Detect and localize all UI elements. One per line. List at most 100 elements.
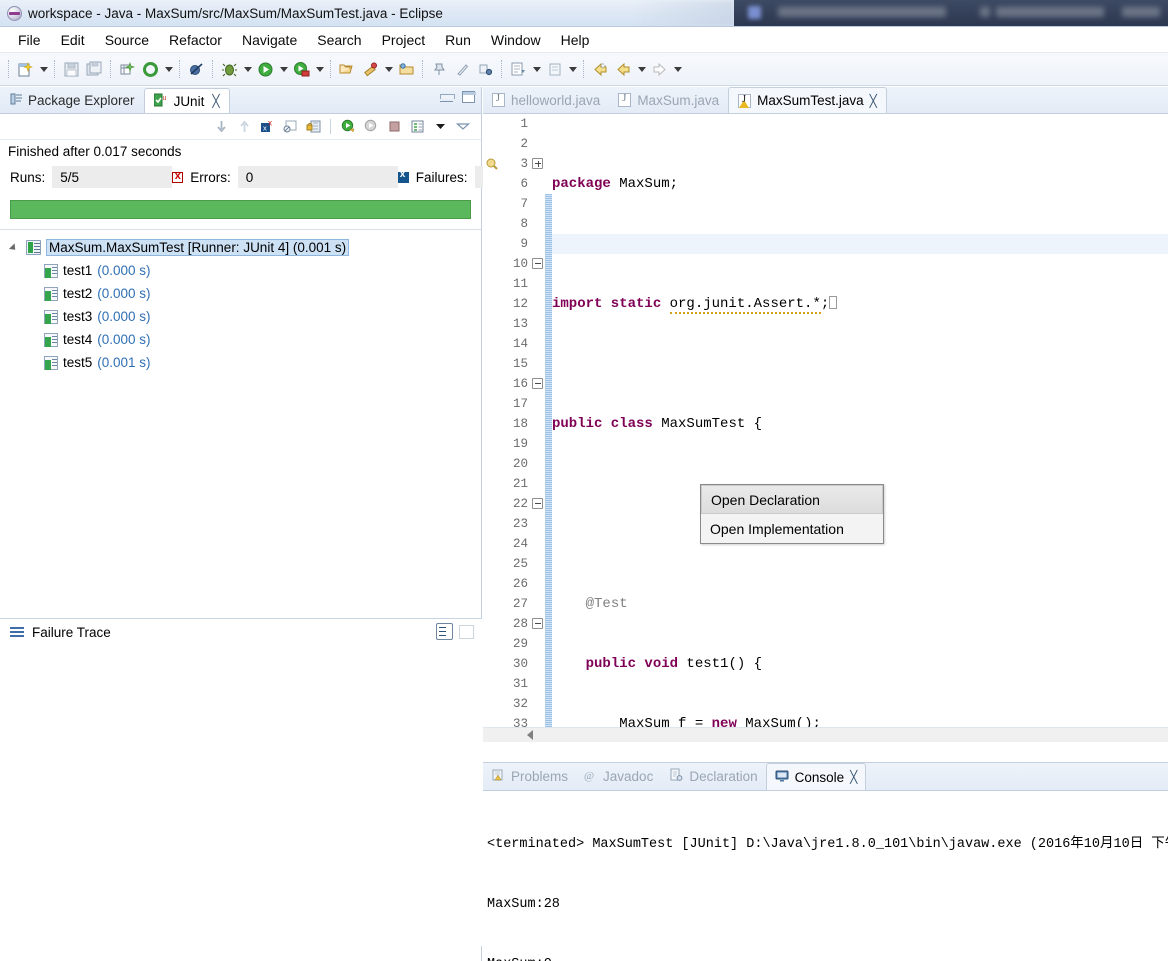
run-coverage-icon[interactable] bbox=[290, 58, 313, 81]
debug-icon[interactable] bbox=[218, 58, 241, 81]
tree-row-test5[interactable]: test5 (0.001 s) bbox=[6, 351, 481, 374]
line-number: 11 bbox=[512, 277, 528, 291]
editor-tab-helloworld[interactable]: helloworld.java bbox=[483, 87, 609, 113]
stop-icon[interactable] bbox=[384, 117, 404, 137]
fold-marker-cell[interactable] bbox=[531, 254, 545, 274]
menu-refactor[interactable]: Refactor bbox=[159, 30, 232, 50]
svg-text:@: @ bbox=[584, 770, 594, 782]
fold-collapse-icon[interactable] bbox=[532, 618, 543, 629]
run-icon[interactable] bbox=[254, 58, 277, 81]
back-history-icon[interactable] bbox=[612, 58, 635, 81]
new-wizard-dropdown-arrow[interactable] bbox=[37, 58, 50, 81]
compare-result-icon[interactable] bbox=[436, 623, 453, 640]
close-icon[interactable]: ╳ bbox=[870, 94, 877, 108]
menu-window[interactable]: Window bbox=[481, 30, 551, 50]
fold-collapse-icon[interactable] bbox=[532, 498, 543, 509]
maximize-icon[interactable] bbox=[462, 91, 476, 103]
refresh-dropdown-arrow[interactable] bbox=[162, 58, 175, 81]
fold-empty-cell bbox=[531, 434, 545, 454]
context-menu-item-open-declaration[interactable]: Open Declaration bbox=[701, 485, 883, 514]
rerun-failed-icon[interactable] bbox=[361, 117, 381, 137]
skip-all-breakpoints-icon[interactable] bbox=[185, 58, 208, 81]
save-icon[interactable] bbox=[60, 58, 83, 81]
context-menu-item-open-implementation[interactable]: Open Implementation bbox=[701, 514, 883, 543]
save-all-icon[interactable] bbox=[83, 58, 106, 81]
fold-marker-cell[interactable] bbox=[531, 374, 545, 394]
previous-edit-dropdown-arrow[interactable] bbox=[530, 58, 543, 81]
open-type-icon[interactable] bbox=[336, 58, 359, 81]
next-failure-icon[interactable] bbox=[211, 117, 231, 137]
search-dropdown-arrow[interactable] bbox=[382, 58, 395, 81]
tree-row-test4[interactable]: test4 (0.000 s) bbox=[6, 328, 481, 351]
menu-edit[interactable]: Edit bbox=[51, 30, 95, 50]
show-ignored-icon[interactable] bbox=[280, 117, 300, 137]
pin-editor-icon[interactable] bbox=[428, 58, 451, 81]
minimize-view-arrow[interactable] bbox=[453, 117, 473, 137]
menu-search[interactable]: Search bbox=[307, 30, 371, 50]
fold-collapse-icon[interactable] bbox=[532, 258, 543, 269]
tree-row-test1[interactable]: test1 (0.000 s) bbox=[6, 259, 481, 282]
annotation-ruler[interactable] bbox=[483, 114, 501, 742]
rerun-test-icon[interactable] bbox=[338, 117, 358, 137]
refresh-icon[interactable] bbox=[139, 58, 162, 81]
editor-tab-maxsum[interactable]: MaxSum.java bbox=[609, 87, 728, 113]
new-wizard-icon[interactable] bbox=[14, 58, 37, 81]
tab-console[interactable]: Console ╳ bbox=[765, 763, 867, 790]
new-java-package-icon[interactable] bbox=[116, 58, 139, 81]
close-icon[interactable]: ╳ bbox=[212, 94, 219, 108]
test-run-history-icon[interactable] bbox=[407, 117, 427, 137]
fold-marker-cell[interactable] bbox=[531, 154, 545, 174]
layout-icon[interactable] bbox=[459, 624, 474, 639]
menu-source[interactable]: Source bbox=[95, 30, 159, 50]
search-icon[interactable] bbox=[359, 58, 382, 81]
menu-file[interactable]: File bbox=[8, 30, 51, 50]
change-ruler bbox=[545, 114, 552, 742]
source-code[interactable]: package MaxSum; import static org.junit.… bbox=[552, 114, 1168, 742]
back-icon[interactable] bbox=[589, 58, 612, 81]
warning-bulb-icon[interactable] bbox=[485, 157, 499, 171]
fold-marker-cell[interactable] bbox=[531, 614, 545, 634]
tab-problems[interactable]: Problems bbox=[483, 763, 576, 790]
fold-marker-cell[interactable] bbox=[531, 494, 545, 514]
tab-declaration[interactable]: Declaration bbox=[661, 763, 765, 790]
open-task-icon[interactable] bbox=[395, 58, 418, 81]
debug-dropdown-arrow[interactable] bbox=[241, 58, 254, 81]
close-icon[interactable]: ╳ bbox=[850, 770, 857, 784]
tree-row-root[interactable]: MaxSum.MaxSumTest [Runner: JUnit 4] (0.0… bbox=[6, 236, 481, 259]
scroll-left-arrow-icon[interactable] bbox=[527, 730, 533, 740]
editor-horizontal-scrollbar[interactable] bbox=[483, 727, 1168, 742]
main-toolbar bbox=[0, 53, 1168, 86]
menu-navigate[interactable]: Navigate bbox=[232, 30, 307, 50]
run-coverage-dropdown-arrow[interactable] bbox=[313, 58, 326, 81]
forward-dropdown-arrow[interactable] bbox=[671, 58, 684, 81]
menu-run[interactable]: Run bbox=[435, 30, 481, 50]
code-area[interactable]: 1 2 3 6 7 8 9 10 11 12 13 14 15 16 17 18 19 20 21 22 23 24 25 2… bbox=[483, 114, 1168, 742]
minimize-icon[interactable] bbox=[440, 93, 455, 102]
tab-javadoc[interactable]: @ Javadoc bbox=[576, 763, 661, 790]
console-output[interactable]: <terminated> MaxSumTest [JUnit] D:\Java\… bbox=[483, 791, 1168, 961]
editor-tab-maxsumtest[interactable]: MaxSumTest.java ╳ bbox=[728, 87, 887, 113]
tree-row-test3[interactable]: test3 (0.000 s) bbox=[6, 305, 481, 328]
previous-failure-icon[interactable] bbox=[234, 117, 254, 137]
annotation-icon[interactable] bbox=[451, 58, 474, 81]
menu-project[interactable]: Project bbox=[372, 30, 436, 50]
run-dropdown-arrow[interactable] bbox=[277, 58, 290, 81]
view-menu-arrow[interactable] bbox=[430, 117, 450, 137]
tree-row-test2[interactable]: test2 (0.000 s) bbox=[6, 282, 481, 305]
lock-scroll-icon[interactable] bbox=[303, 117, 323, 137]
expand-collapse-icon[interactable] bbox=[10, 242, 21, 253]
next-edit-icon[interactable] bbox=[543, 58, 566, 81]
next-annotation-icon[interactable] bbox=[474, 58, 497, 81]
next-edit-dropdown-arrow[interactable] bbox=[566, 58, 579, 81]
back-dropdown-arrow[interactable] bbox=[635, 58, 648, 81]
fold-collapse-icon[interactable] bbox=[532, 378, 543, 389]
previous-edit-icon[interactable] bbox=[507, 58, 530, 81]
tab-package-explorer[interactable]: Package Explorer bbox=[0, 88, 144, 113]
menu-help[interactable]: Help bbox=[551, 30, 600, 50]
tab-junit[interactable]: u JUnit ╳ bbox=[143, 88, 230, 113]
show-failures-only-icon[interactable]: xx bbox=[257, 117, 277, 137]
folding-ruler[interactable] bbox=[531, 114, 545, 742]
forward-icon[interactable] bbox=[648, 58, 671, 81]
fold-expand-icon[interactable] bbox=[532, 158, 543, 169]
failure-trace-body[interactable] bbox=[0, 646, 482, 946]
